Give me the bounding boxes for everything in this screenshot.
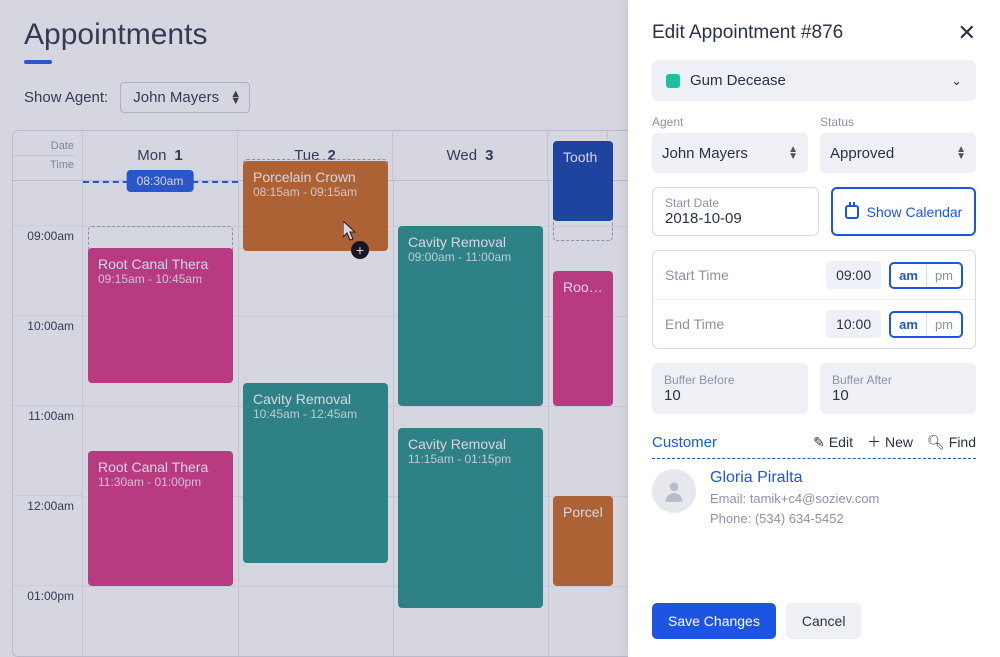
end-time-label: End Time [665, 316, 724, 332]
buffer-after-input[interactable]: Buffer After 10 [820, 363, 976, 414]
now-badge: 08:30am [127, 170, 194, 192]
event-cavity-3[interactable]: Cavity Removal 11:15am - 01:15pm [398, 428, 543, 608]
sort-arrows-icon: ▲▼ [956, 146, 966, 160]
show-calendar-button[interactable]: Show Calendar [831, 187, 976, 236]
status-select[interactable]: Approved ▲▼ [820, 133, 976, 173]
customer-new-button[interactable]: ＋New [867, 432, 913, 452]
customer-edit-button[interactable]: ✎Edit [813, 432, 853, 452]
event-tooth[interactable]: Tooth [553, 141, 613, 221]
plus-icon: ＋ [867, 432, 881, 452]
close-icon[interactable]: ✕ [958, 20, 976, 46]
day-header-wed[interactable]: Wed3 [393, 131, 548, 180]
buffer-before-input[interactable]: Buffer Before 10 [652, 363, 808, 414]
start-time-label: Start Time [665, 267, 729, 283]
event-porcelain-crown[interactable]: Porcelain Crown 08:15am - 09:15am [243, 161, 388, 251]
start-date-input[interactable]: Start Date 2018-10-09 [652, 187, 819, 236]
end-time-input[interactable]: 10:00 [826, 310, 881, 338]
agent-filter-select[interactable]: John Mayers ▲▼ [120, 82, 250, 113]
customer-heading: Customer [652, 434, 717, 451]
edit-appointment-panel: Edit Appointment #876 ✕ Gum Decease ⌄ Ag… [628, 0, 1000, 657]
service-select[interactable]: Gum Decease ⌄ [652, 60, 976, 101]
agent-select[interactable]: John Mayers ▲▼ [652, 133, 808, 173]
cancel-button[interactable]: Cancel [786, 603, 862, 639]
sort-arrows-icon: ▲▼ [788, 146, 798, 160]
customer-email: Email: tamik+c4@soziev.com [710, 489, 879, 509]
customer-name[interactable]: Gloria Piralta [710, 469, 879, 487]
service-name: Gum Decease [690, 72, 786, 89]
start-time-ampm[interactable]: ampm [889, 262, 963, 289]
end-time-ampm[interactable]: ampm [889, 311, 963, 338]
event-root-canal-1[interactable]: Root Canal Thera 09:15am - 10:45am [88, 248, 233, 383]
event-root-canal-2[interactable]: Root Canal Thera 11:30am - 01:00pm [88, 451, 233, 586]
title-underline [24, 60, 52, 64]
event-porcel[interactable]: Porcel [553, 496, 613, 586]
customer-phone: Phone: (534) 634-5452 [710, 509, 879, 529]
search-icon: 🔍︎ [927, 434, 945, 451]
status-label: Status [820, 115, 976, 129]
event-cavity-2[interactable]: Cavity Removal 10:45am - 12:45am [243, 383, 388, 563]
panel-title: Edit Appointment #876 [652, 22, 843, 44]
service-color-icon [666, 74, 680, 88]
chevron-down-icon: ⌄ [951, 73, 962, 89]
calendar-corner: Date Time [13, 131, 83, 180]
agent-filter-label: Show Agent: [24, 89, 108, 106]
agent-label: Agent [652, 115, 808, 129]
pencil-icon: ✎ [813, 434, 825, 451]
save-button[interactable]: Save Changes [652, 603, 776, 639]
event-cavity-1[interactable]: Cavity Removal 09:00am - 11:00am [398, 226, 543, 406]
start-time-input[interactable]: 09:00 [826, 261, 881, 289]
time-box: Start Time 09:00 ampm End Time 10:00 amp… [652, 250, 976, 349]
sort-arrows-icon: ▲▼ [230, 91, 241, 105]
time-column: 09:00am 10:00am 11:00am 12:00am 01:00pm [13, 181, 83, 656]
agent-filter-value: John Mayers [133, 89, 219, 106]
customer-find-button[interactable]: 🔍︎Find [927, 432, 976, 452]
event-root-c[interactable]: Root C [553, 271, 613, 406]
calendar-icon [845, 205, 859, 219]
avatar [652, 469, 696, 513]
